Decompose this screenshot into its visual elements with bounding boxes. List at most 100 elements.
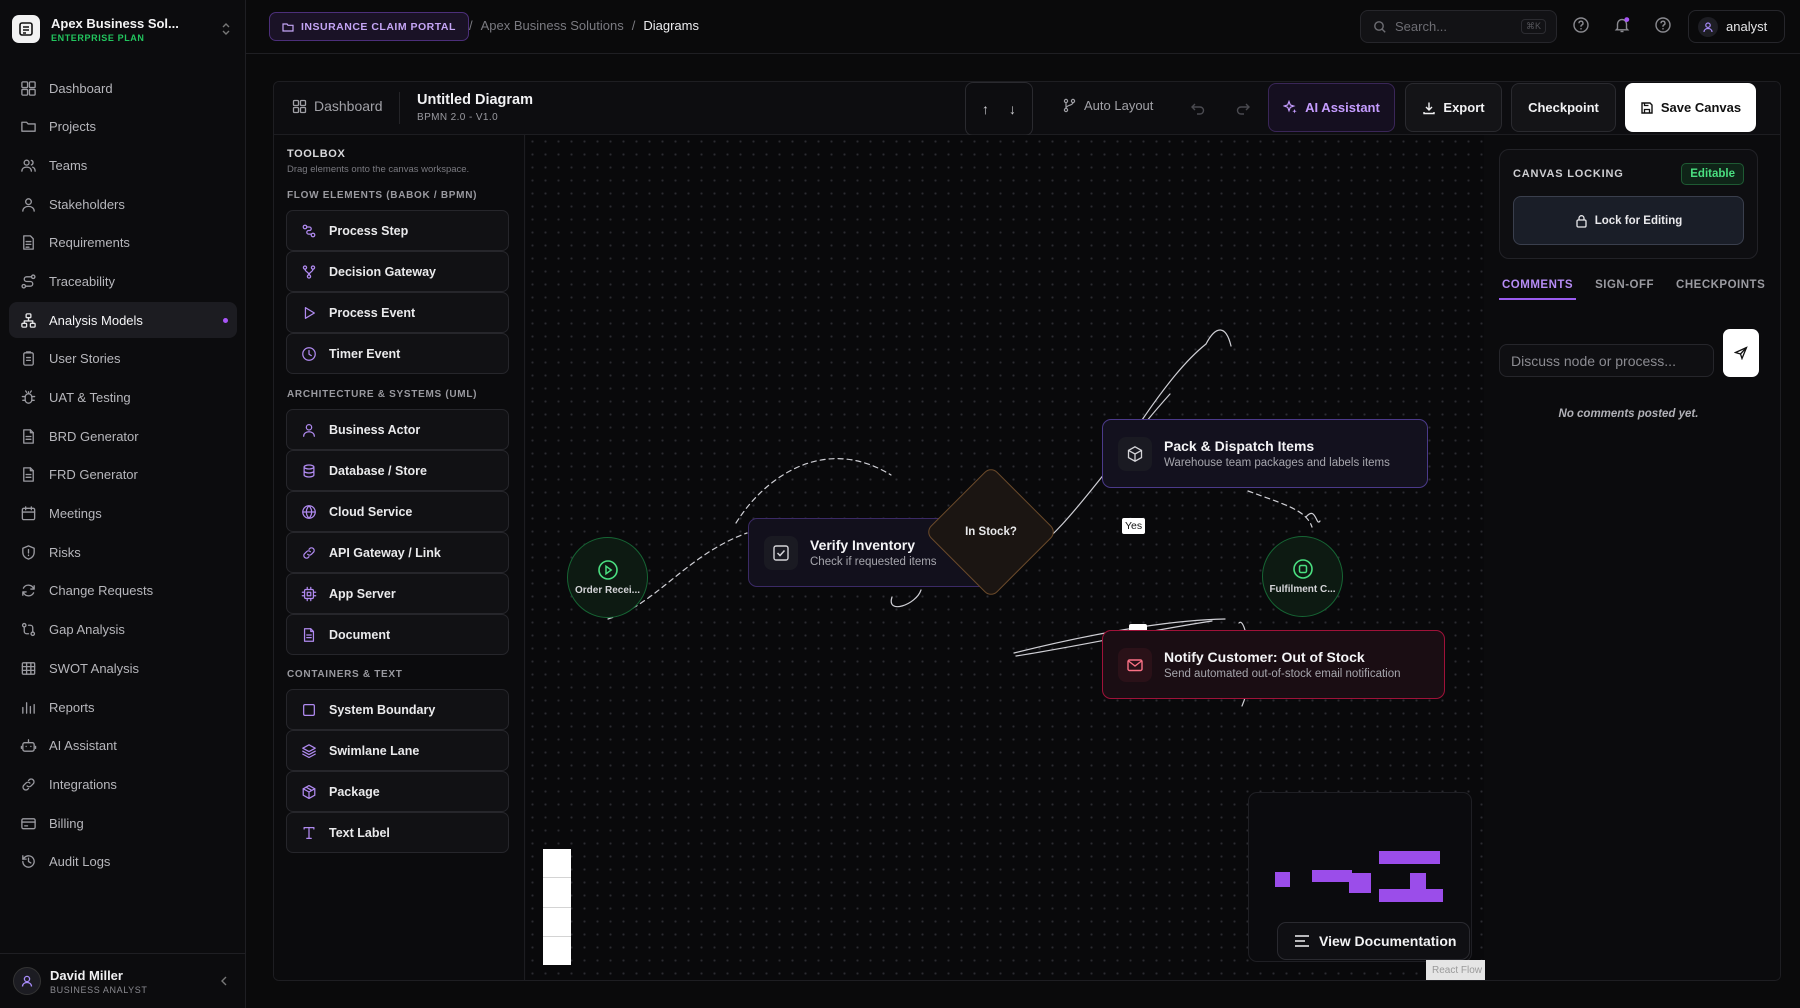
sidebar-item-stakeholders[interactable]: Stakeholders <box>9 186 237 222</box>
send-icon <box>1734 346 1748 360</box>
toolbox-item-business-actor[interactable]: Business Actor <box>286 409 509 450</box>
toolbox-section-title: ARCHITECTURE & SYSTEMS (UML) <box>287 389 478 400</box>
toolbox-item-label: Package <box>329 784 380 799</box>
status-badge: Editable <box>1681 163 1744 185</box>
send-comment-button[interactable] <box>1723 329 1759 377</box>
toolbox-item-text-label[interactable]: Text Label <box>286 812 509 853</box>
sidebar-item-ai-assistant[interactable]: AI Assistant <box>9 728 237 764</box>
react-flow-attribution[interactable]: React Flow <box>1426 960 1488 980</box>
sidebar-item-uat-testing[interactable]: UAT & Testing <box>9 380 237 416</box>
sidebar-item-billing[interactable]: Billing <box>9 805 237 841</box>
sidebar-item-traceability[interactable]: Traceability <box>9 263 237 299</box>
checkpoint-button[interactable]: Checkpoint <box>1511 83 1616 132</box>
save-canvas-button[interactable]: Save Canvas <box>1625 83 1756 132</box>
lock-for-editing-label: Lock for Editing <box>1594 214 1683 227</box>
view-documentation-button[interactable]: View Documentation <box>1277 922 1470 960</box>
sidebar-item-change-requests[interactable]: Change Requests <box>9 573 237 609</box>
sidebar-item-analysis-models[interactable]: Analysis Models <box>9 302 237 339</box>
move-up-button[interactable]: ↑ <box>982 101 989 117</box>
sidebar-item-gap-analysis[interactable]: Gap Analysis <box>9 612 237 648</box>
sidebar-item-user-stories[interactable]: User Stories <box>9 341 237 377</box>
node-subtitle: Warehouse team packages and labels items <box>1164 457 1390 469</box>
zoom-in-button[interactable] <box>543 849 571 879</box>
node-title: Pack & Dispatch Items <box>1164 438 1315 454</box>
zoom-out-button[interactable] <box>543 878 571 908</box>
user-name: David Miller <box>50 967 123 983</box>
toolbox-item-swimlane-lane[interactable]: Swimlane Lane <box>286 730 509 771</box>
sidebar-item-brd-generator[interactable]: BRD Generator <box>9 418 237 454</box>
project-badge[interactable]: INSURANCE CLAIM PORTAL <box>269 12 469 41</box>
sidebar-item-dashboard[interactable]: Dashboard <box>9 70 237 106</box>
process-node-pack[interactable]: Pack & Dispatch Items Warehouse team pac… <box>1102 419 1428 488</box>
sidebar-item-swot-analysis[interactable]: SWOT Analysis <box>9 650 237 686</box>
sidebar-item-label: Dashboard <box>49 80 113 96</box>
tab-comments[interactable]: COMMENTS <box>1499 279 1577 300</box>
sidebar-item-label: Projects <box>49 119 96 135</box>
account-name: analyst <box>1726 19 1768 34</box>
tab-checkpoints[interactable]: CHECKPOINTS <box>1673 279 1768 300</box>
toolbox-item-cloud-service[interactable]: Cloud Service <box>286 491 509 532</box>
grid-icon <box>292 99 307 113</box>
globe-icon <box>299 502 319 522</box>
sidebar-item-label: Traceability <box>49 273 115 289</box>
sidebar-item-teams[interactable]: Teams <box>9 147 237 183</box>
comment-input[interactable]: Discuss node or process... <box>1499 344 1714 377</box>
toolbox-item-api-gateway-link[interactable]: API Gateway / Link <box>286 532 509 573</box>
diagram-title[interactable]: Untitled Diagram <box>417 92 533 108</box>
sidebar-item-frd-generator[interactable]: FRD Generator <box>9 457 237 493</box>
org-switcher[interactable]: Apex Business Sol... ENTERPRISE PLAN <box>12 12 234 46</box>
toolbox-item-package[interactable]: Package <box>286 771 509 812</box>
diagram-canvas[interactable]: Order Recei... Verify Inventory Check if… <box>526 135 1484 980</box>
sidebar: Apex Business Sol... ENTERPRISE PLAN Das… <box>0 0 246 1008</box>
grid-icon <box>19 79 37 97</box>
redo-icon[interactable] <box>1235 100 1251 116</box>
lock-for-editing-button[interactable]: Lock for Editing <box>1513 196 1744 245</box>
toolbox-item-system-boundary[interactable]: System Boundary <box>286 689 509 730</box>
ai-assistant-button[interactable]: AI Assistant <box>1268 83 1395 132</box>
undo-icon[interactable] <box>1190 100 1206 116</box>
export-button[interactable]: Export <box>1405 83 1502 132</box>
sidebar-item-projects[interactable]: Projects <box>9 109 237 145</box>
sidebar-item-label: Gap Analysis <box>49 622 125 638</box>
toolbox-subtitle: Drag elements onto the canvas workspace. <box>287 164 470 175</box>
toolbox-item-decision-gateway[interactable]: Decision Gateway <box>286 251 509 292</box>
info-circle-icon[interactable] <box>1654 16 1674 36</box>
tab-sign-off[interactable]: SIGN-OFF <box>1592 279 1657 300</box>
sidebar-item-audit-logs[interactable]: Audit Logs <box>9 844 237 880</box>
lock-view-button[interactable] <box>543 937 571 965</box>
sidebar-item-reports[interactable]: Reports <box>9 689 237 725</box>
breadcrumb-separator: / <box>631 18 636 33</box>
help-circle-icon[interactable] <box>1572 16 1592 36</box>
toolbox-item-timer-event[interactable]: Timer Event <box>286 333 509 374</box>
export-label: Export <box>1443 100 1485 115</box>
toolbox-item-database-store[interactable]: Database / Store <box>286 450 509 491</box>
move-down-button[interactable]: ↓ <box>1009 101 1016 117</box>
breadcrumb-org[interactable]: Apex Business Solutions <box>481 18 624 33</box>
start-event-node[interactable]: Order Recei... <box>567 537 648 618</box>
collapse-sidebar-icon[interactable] <box>220 975 228 987</box>
toolbox-item-process-event[interactable]: Process Event <box>286 292 509 333</box>
sidebar-item-risks[interactable]: Risks <box>9 534 237 570</box>
decision-gateway-node[interactable]: In Stock? <box>915 456 1067 608</box>
bell-icon[interactable] <box>1613 16 1633 36</box>
users-icon <box>19 156 37 174</box>
canvas-locking-card: CANVAS LOCKING Editable Lock for Editing <box>1499 149 1758 259</box>
toolbox-item-process-step[interactable]: Process Step <box>286 210 509 251</box>
toolbox-item-app-server[interactable]: App Server <box>286 573 509 614</box>
process-node-notify[interactable]: Notify Customer: Out of Stock Send autom… <box>1102 630 1445 699</box>
auto-layout-button[interactable]: Auto Layout <box>1062 98 1153 113</box>
end-event-node[interactable]: Fulfilment C... <box>1262 536 1343 617</box>
sidebar-item-integrations[interactable]: Integrations <box>9 766 237 802</box>
back-to-dashboard-button[interactable]: Dashboard <box>292 98 383 114</box>
search-input[interactable]: Search... ⌘K <box>1360 10 1557 43</box>
breadcrumb: / Apex Business Solutions / Diagrams <box>469 18 699 33</box>
user-profile[interactable]: David Miller BUSINESS ANALYST <box>0 953 246 1008</box>
sidebar-nav: Dashboard Projects Teams Stakeholders Requir… <box>9 70 237 882</box>
mail-icon <box>1118 647 1152 682</box>
sidebar-item-requirements[interactable]: Requirements <box>9 225 237 261</box>
sidebar-item-label: Analysis Models <box>49 312 143 328</box>
account-menu[interactable]: analyst <box>1688 10 1785 43</box>
toolbox-item-document[interactable]: Document <box>286 614 509 655</box>
fit-view-button[interactable] <box>543 908 571 937</box>
sidebar-item-meetings[interactable]: Meetings <box>9 496 237 532</box>
